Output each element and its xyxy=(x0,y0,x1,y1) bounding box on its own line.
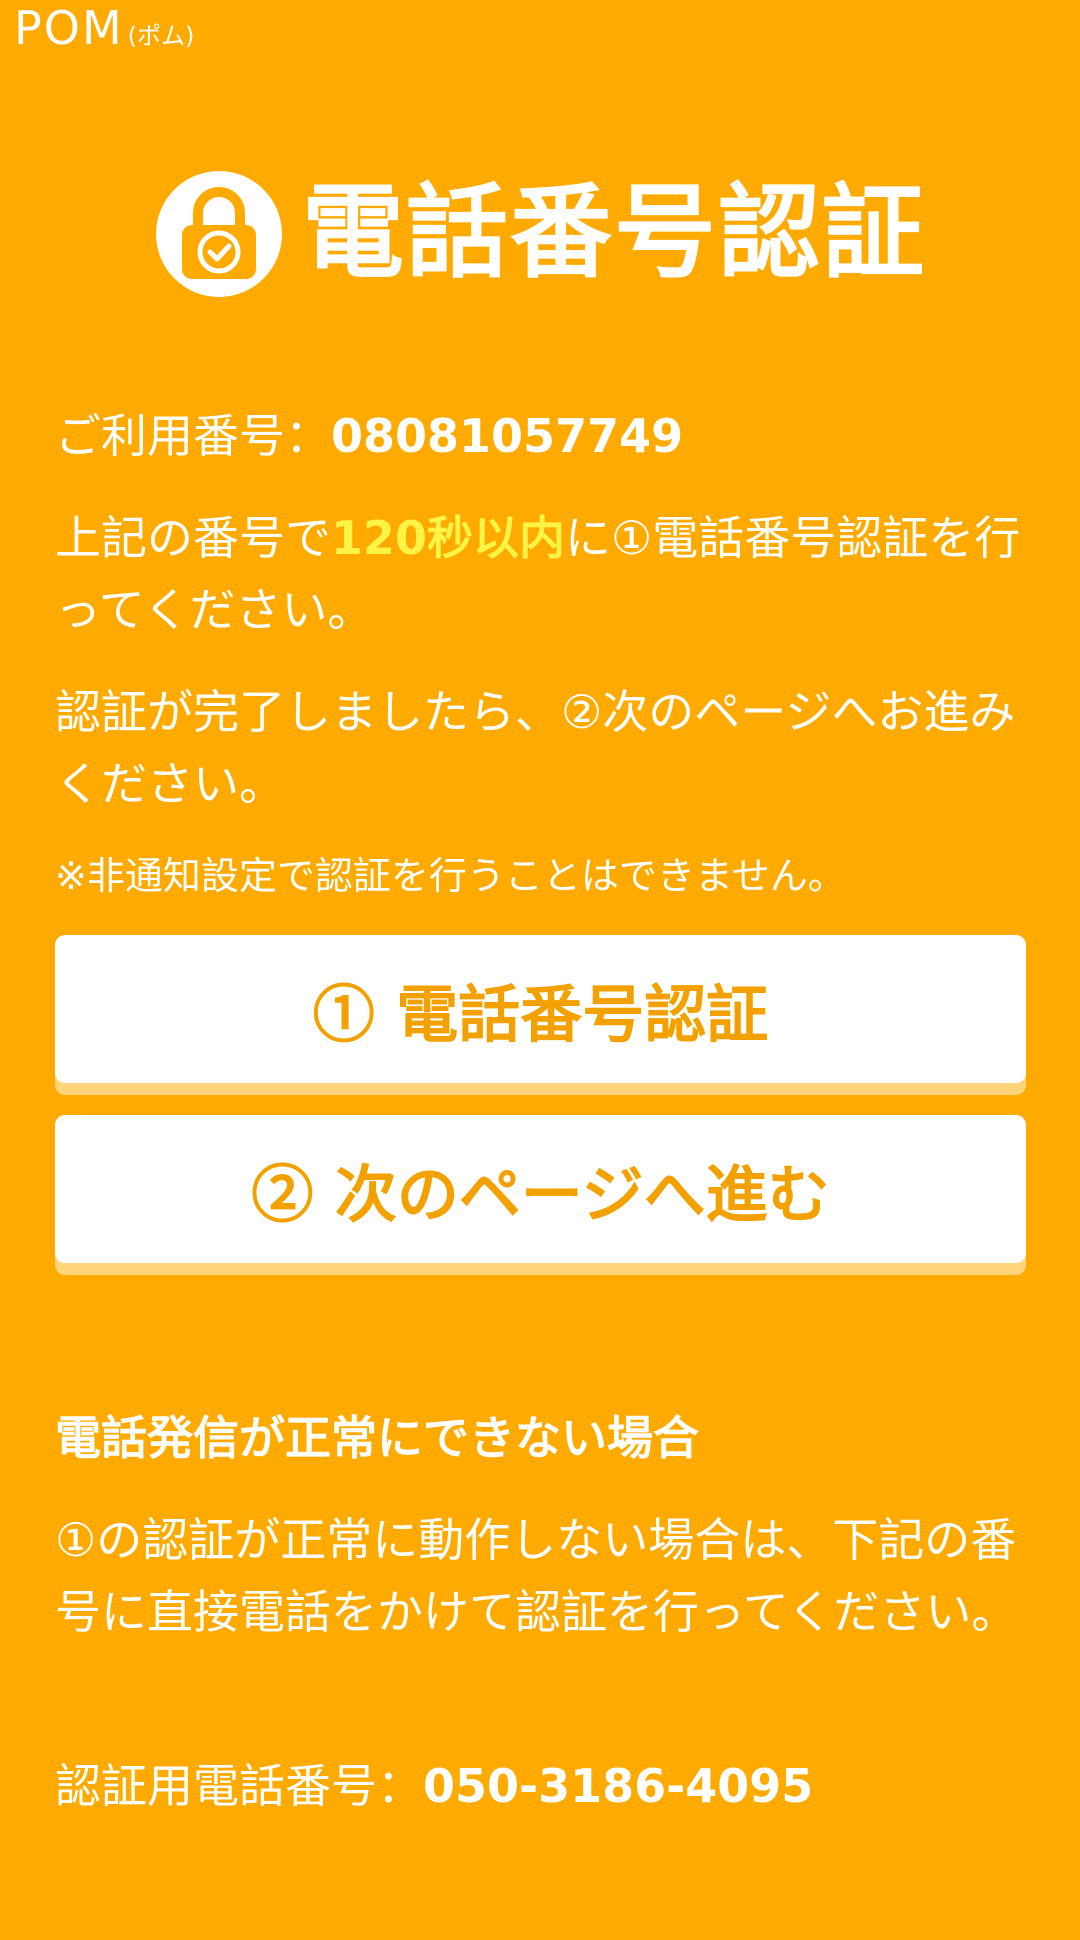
trouble-heading: 電話発信が正常にできない場合 xyxy=(55,1411,699,1465)
page-title: 電話番号認証 xyxy=(0,168,1080,300)
instruction-time-limit: 上記の番号で120秒以内に①電話番号認証を行ってください。 xyxy=(55,502,1025,646)
user-number-label: ご利用番号： xyxy=(55,409,331,463)
caller-id-note: ※非通知設定で認証を行うことはできません。 xyxy=(55,854,846,898)
auth-number-value[interactable]: 050-3186-4095 xyxy=(423,1759,813,1813)
brand-kana: (ポム) xyxy=(127,22,195,50)
next-page-button[interactable]: ② 次のページへ進む xyxy=(55,1115,1026,1263)
brand-logo: POM (ポム) xyxy=(14,0,194,56)
trouble-body: ①の認証が正常に動作しない場合は、下記の番号に直接電話をかけて認証を行ってくださ… xyxy=(55,1513,1018,1639)
lock-check-icon xyxy=(154,169,284,299)
auth-number-label: 認証用電話番号： xyxy=(55,1759,423,1813)
time-limit-highlight: 120秒以内 xyxy=(331,511,566,565)
title-text: 電話番号認証 xyxy=(302,174,926,293)
brand-name: POM xyxy=(14,1,124,55)
user-number-value: 08081057749 xyxy=(331,409,684,463)
user-number: ご利用番号：08081057749 xyxy=(55,400,1025,472)
instruction-next-page: 認証が完了しましたら、②次のページへお進みください。 xyxy=(55,685,1016,811)
auth-phone-number: 認証用電話番号：050-3186-4095 xyxy=(55,1750,1025,1822)
instruction-time-before: 上記の番号で xyxy=(55,511,331,565)
verify-phone-button[interactable]: ① 電話番号認証 xyxy=(55,935,1026,1083)
